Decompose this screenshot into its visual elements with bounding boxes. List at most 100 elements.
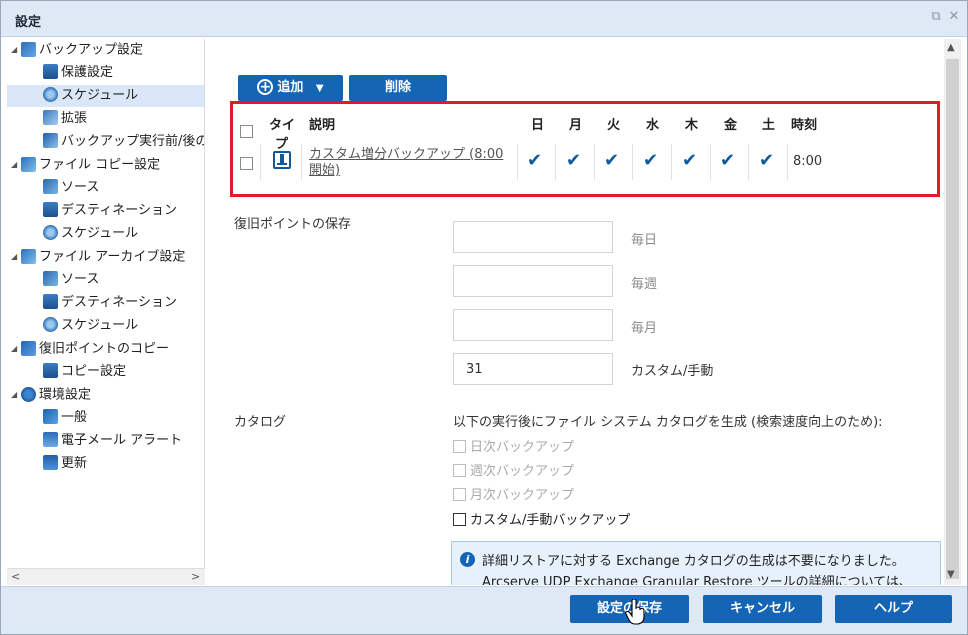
- dropdown-caret-icon: ▼: [315, 83, 324, 94]
- tree-label: ソース: [61, 272, 100, 287]
- divider: [671, 144, 672, 180]
- tree-item-copy-settings[interactable]: コピー設定: [43, 361, 126, 383]
- destination-icon: [43, 363, 58, 378]
- close-icon[interactable]: ✕: [947, 10, 961, 24]
- divider: [710, 144, 711, 180]
- description-line2: 開始): [309, 163, 341, 178]
- tree-item-source[interactable]: ソース: [43, 177, 99, 199]
- tree-group-backup-settings[interactable]: ◢ バックアップ設定: [11, 39, 143, 61]
- check-icon: ✔: [527, 150, 543, 171]
- divider: [260, 144, 261, 180]
- daily-backup-checkbox[interactable]: [453, 440, 466, 453]
- tree-item-advanced[interactable]: 拡張: [43, 108, 87, 130]
- tree-group-file-archive[interactable]: ◢ ファイル アーカイブ設定: [11, 246, 185, 268]
- tree-horizontal-scrollbar[interactable]: < >: [7, 568, 205, 585]
- delete-button[interactable]: 削除: [349, 75, 447, 101]
- email-icon: [43, 432, 58, 447]
- monthly-backup-checkbox[interactable]: [453, 488, 466, 501]
- divider: [301, 144, 302, 180]
- scrollbar-thumb[interactable]: [946, 59, 959, 579]
- tree-item-source[interactable]: ソース: [43, 269, 99, 291]
- collapse-triangle-icon[interactable]: ◢: [11, 39, 21, 61]
- schedule-table: タイ プ 説明 日 月 火 水 木 金 土 時刻 カスタム増分バックアップ (8…: [230, 101, 940, 197]
- tree-item-pre-post[interactable]: バックアップ実行前/後の: [43, 131, 205, 153]
- col-header-mon: 月: [569, 118, 583, 133]
- tree-label: デスティネーション: [61, 203, 177, 218]
- collapse-triangle-icon[interactable]: ◢: [11, 154, 21, 176]
- help-button[interactable]: ヘルプ: [835, 595, 952, 623]
- weekly-unit: 毎週: [631, 277, 658, 292]
- scroll-left-icon[interactable]: <: [11, 570, 20, 583]
- tree-label: 電子メール アラート: [61, 433, 183, 448]
- settings-tree: ◢ バックアップ設定 保護設定 スケジュール 拡張 バックアップ実行前/後の ◢ フ…: [7, 39, 205, 585]
- weekly-retention-input[interactable]: [453, 265, 613, 297]
- check-icon: ✔: [759, 150, 775, 171]
- backup-icon: [21, 41, 36, 57]
- daily-backup-option[interactable]: 日次バックアップ: [453, 436, 574, 455]
- custom-backup-option[interactable]: カスタム/手動バックアップ: [453, 509, 630, 528]
- monthly-retention-input[interactable]: [453, 309, 613, 341]
- monthly-backup-option[interactable]: 月次バックアップ: [453, 484, 574, 503]
- tree-label: 更新: [61, 456, 88, 471]
- weekly-backup-option[interactable]: 週次バックアップ: [453, 460, 574, 479]
- cancel-button[interactable]: キャンセル: [703, 595, 822, 623]
- col-header-thu: 木: [685, 118, 699, 133]
- option-label: 週次バックアップ: [470, 464, 575, 479]
- title-bar: 設定 ⧉ ✕: [1, 1, 967, 37]
- divider: [555, 144, 556, 180]
- row-description-link[interactable]: カスタム増分バックアップ (8:00 開始): [309, 147, 503, 179]
- info-box: i 詳細リストアに対する Exchange カタログの生成は不要になりました。 …: [451, 541, 941, 585]
- file-copy-icon: [21, 156, 36, 172]
- destination-icon: [43, 202, 58, 217]
- collapse-triangle-icon[interactable]: ◢: [11, 246, 21, 268]
- tree-item-schedule[interactable]: スケジュール: [7, 85, 204, 107]
- schedule-icon: [43, 225, 58, 240]
- catalog-description: 以下の実行後にファイル システム カタログを生成 (検索速度向上のため):: [453, 415, 883, 430]
- tree-group-file-copy[interactable]: ◢ ファイル コピー設定: [11, 154, 160, 176]
- select-all-checkbox[interactable]: [240, 125, 253, 138]
- row-checkbox[interactable]: [240, 157, 253, 170]
- option-label: 日次バックアップ: [470, 440, 575, 455]
- tree-label: デスティネーション: [61, 295, 177, 310]
- tree-label: スケジュール: [61, 226, 139, 241]
- restore-icon[interactable]: ⧉: [929, 10, 943, 24]
- incremental-backup-icon: [273, 151, 291, 169]
- table-row[interactable]: カスタム増分バックアップ (8:00 開始) ✔ ✔ ✔ ✔ ✔ ✔ ✔ 8:0…: [233, 144, 937, 180]
- scroll-up-icon[interactable]: ▲: [947, 42, 955, 53]
- tree-item-email-alert[interactable]: 電子メール アラート: [43, 430, 182, 452]
- col-header-wed: 水: [646, 118, 660, 133]
- daily-retention-input[interactable]: [453, 221, 613, 253]
- tree-label: 環境設定: [39, 387, 92, 403]
- scroll-down-icon[interactable]: ▼: [947, 569, 955, 580]
- custom-backup-checkbox[interactable]: [453, 513, 466, 526]
- custom-retention-input[interactable]: [453, 353, 613, 385]
- add-button[interactable]: + 追加 ▼: [238, 75, 343, 101]
- tree-item-protection[interactable]: 保護設定: [43, 62, 113, 84]
- file-archive-icon: [21, 248, 36, 264]
- preferences-icon: [21, 386, 36, 402]
- col-header-tue: 火: [607, 118, 621, 133]
- schedule-icon: [43, 317, 58, 332]
- destination-icon: [43, 64, 58, 79]
- schedule-panel: + 追加 ▼ 削除 タイ プ 説明 日 月 火 水 木 金 土 時刻 カスタム増…: [206, 39, 944, 585]
- tree-item-update[interactable]: 更新: [43, 453, 87, 475]
- retention-label: 復旧ポイントの保存: [234, 217, 352, 232]
- check-icon: ✔: [682, 150, 698, 171]
- add-button-label: 追加: [277, 80, 304, 95]
- scroll-right-icon[interactable]: >: [191, 570, 200, 583]
- weekly-backup-checkbox[interactable]: [453, 464, 466, 477]
- col-header-fri: 金: [724, 118, 738, 133]
- tree-label: バックアップ実行前/後の: [61, 134, 205, 149]
- tree-item-schedule[interactable]: スケジュール: [43, 315, 138, 337]
- collapse-triangle-icon[interactable]: ◢: [11, 384, 21, 406]
- tree-item-destination[interactable]: デスティネーション: [43, 200, 177, 222]
- collapse-triangle-icon[interactable]: ◢: [11, 338, 21, 360]
- option-label: カスタム/手動バックアップ: [470, 513, 631, 528]
- tree-item-general[interactable]: 一般: [43, 407, 87, 429]
- tree-group-recovery-point-copy[interactable]: ◢ 復旧ポイントのコピー: [11, 338, 169, 360]
- tree-group-preferences[interactable]: ◢ 環境設定: [11, 384, 91, 406]
- info-icon: i: [460, 552, 475, 567]
- tree-item-destination[interactable]: デスティネーション: [43, 292, 177, 314]
- main-vertical-scrollbar[interactable]: ▲ ▼: [944, 39, 961, 585]
- tree-item-schedule[interactable]: スケジュール: [43, 223, 138, 245]
